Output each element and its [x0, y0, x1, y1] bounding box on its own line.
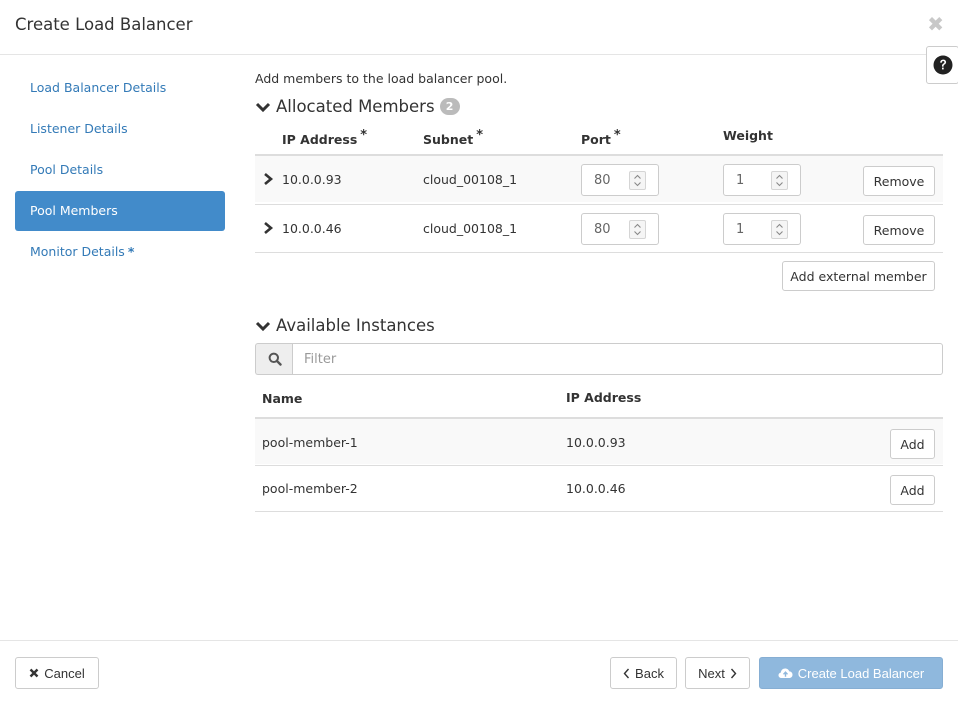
filter-input[interactable] [292, 343, 943, 375]
weight-value: 1 [736, 222, 745, 237]
nav-item-monitor-details[interactable]: Monitor Details * [15, 232, 225, 272]
instance-ip: 10.0.0.93 [566, 435, 626, 450]
column-header-ip-address: IP Address [566, 390, 642, 405]
spinner-arrows-icon[interactable] [629, 220, 646, 239]
nav-item-pool-details[interactable]: Pool Details [15, 150, 225, 190]
back-button[interactable]: Back [610, 657, 677, 689]
spinner-arrows-icon[interactable] [771, 171, 788, 190]
cloud-upload-icon [778, 668, 793, 678]
column-header-label: Subnet [423, 132, 474, 148]
nav-item-listener-details[interactable]: Listener Details [15, 109, 225, 149]
allocated-members-toggle[interactable]: Allocated Members 2 [255, 97, 460, 116]
table-row: 10.0.0.93 cloud_00108_1 80 1 Remove [255, 154, 943, 202]
cancel-label: Cancel [44, 665, 85, 681]
search-icon [255, 343, 293, 375]
member-subnet: cloud_00108_1 [423, 221, 518, 236]
next-button[interactable]: Next [685, 657, 750, 689]
allocated-members-title: Allocated Members [276, 97, 435, 116]
question-circle-icon [933, 55, 952, 75]
add-external-member-button[interactable]: Add external member [782, 261, 935, 291]
add-instance-button[interactable]: Add [890, 429, 935, 459]
nav-item-label: Monitor Details [30, 244, 125, 259]
table-row: pool-member-1 10.0.0.93 Add [255, 417, 943, 464]
column-header-label: IP Address [282, 132, 358, 148]
instance-name: pool-member-1 [262, 435, 358, 450]
next-label: Next [698, 665, 725, 681]
port-value: 80 [594, 173, 611, 188]
instance-ip: 10.0.0.46 [566, 481, 626, 496]
intro-text: Add members to the load balancer pool. [255, 71, 508, 86]
weight-stepper[interactable]: 1 [723, 164, 801, 196]
modal-footer: Cancel Back Next Create Load Balancer [0, 640, 958, 704]
close-icon[interactable]: ✖ [927, 12, 944, 36]
column-header-name: Name [262, 391, 303, 406]
port-stepper[interactable]: 80 [581, 164, 659, 196]
table-row: pool-member-2 10.0.0.46 Add [255, 465, 943, 512]
table-row: 10.0.0.46 cloud_00108_1 80 1 Remove [255, 204, 943, 252]
chevron-down-icon [255, 102, 271, 112]
required-marker: * [613, 128, 621, 143]
chevron-left-icon [623, 668, 630, 678]
member-ip: 10.0.0.93 [282, 172, 342, 187]
spinner-arrows-icon[interactable] [771, 220, 788, 239]
port-stepper[interactable]: 80 [581, 213, 659, 245]
modal-header: Create Load Balancer ✖ [0, 0, 958, 55]
column-header-weight: Weight [723, 128, 773, 143]
remove-member-button[interactable]: Remove [863, 166, 935, 196]
column-header-port: Port * [581, 128, 621, 147]
chevron-right-icon[interactable] [262, 221, 274, 235]
weight-value: 1 [736, 173, 745, 188]
nav-item-label: Pool Members [30, 203, 118, 218]
cancel-button[interactable]: Cancel [15, 657, 99, 689]
back-label: Back [635, 665, 664, 681]
modal-title: Create Load Balancer [15, 15, 193, 34]
required-marker: * [127, 244, 135, 259]
member-count-badge: 2 [439, 98, 460, 115]
nav-item-label: Load Balancer Details [30, 80, 167, 95]
spinner-arrows-icon[interactable] [629, 171, 646, 190]
create-load-balancer-button[interactable]: Create Load Balancer [759, 657, 943, 689]
member-subnet: cloud_00108_1 [423, 172, 518, 187]
nav-item-pool-members[interactable]: Pool Members [15, 191, 225, 231]
filter-group [255, 343, 943, 375]
column-header-subnet: Subnet * [423, 128, 483, 147]
available-instances-title: Available Instances [276, 316, 435, 335]
table-divider [255, 252, 943, 253]
nav-item-load-balancer-details[interactable]: Load Balancer Details [15, 68, 225, 108]
remove-member-button[interactable]: Remove [863, 215, 935, 245]
create-label: Create Load Balancer [797, 665, 925, 681]
required-marker: * [360, 128, 368, 143]
chevron-right-icon[interactable] [262, 172, 274, 186]
close-icon [29, 668, 39, 678]
chevron-right-icon [730, 668, 737, 678]
wizard-nav: Load Balancer Details Listener Details P… [15, 68, 225, 273]
weight-stepper[interactable]: 1 [723, 213, 801, 245]
port-value: 80 [594, 222, 611, 237]
chevron-down-icon [255, 321, 271, 331]
available-instances-toggle[interactable]: Available Instances [255, 316, 435, 335]
column-header-ip-address: IP Address * [282, 128, 367, 147]
member-ip: 10.0.0.46 [282, 221, 342, 236]
help-button[interactable] [926, 46, 958, 84]
add-instance-button[interactable]: Add [890, 475, 935, 505]
nav-item-label: Listener Details [30, 121, 128, 136]
instance-name: pool-member-2 [262, 481, 358, 496]
column-header-label: Port [581, 132, 611, 148]
nav-item-label: Pool Details [30, 162, 104, 177]
required-marker: * [476, 128, 484, 143]
